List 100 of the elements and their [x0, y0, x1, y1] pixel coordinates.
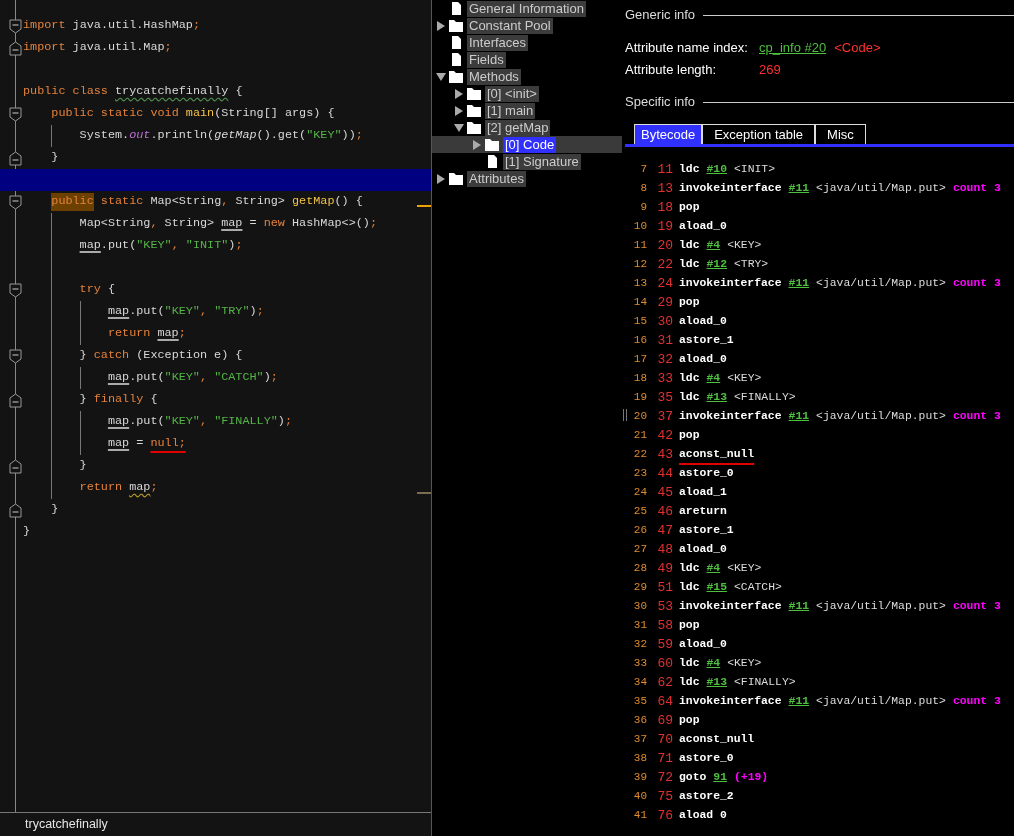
bytecode-offset: 43: [656, 445, 673, 464]
expanded-arrow-icon[interactable]: [452, 122, 466, 133]
splitter-grip-icon[interactable]: [623, 409, 627, 421]
code-line: map.put("KEY", "INIT");: [23, 235, 431, 257]
fold-marker-icon[interactable]: [9, 19, 22, 34]
opcode: invokeinterface: [679, 275, 782, 291]
line-number: 27: [632, 542, 647, 558]
bytecode-offset: 58: [656, 616, 673, 635]
line-number: 10: [632, 219, 647, 235]
opcode: ldc: [679, 560, 700, 576]
constant-ref-link[interactable]: #15: [706, 578, 728, 597]
opcode: ldc: [679, 655, 700, 671]
line-number: 23: [632, 466, 647, 482]
operand-comment: <KEY>: [727, 560, 762, 576]
opcode: invokeinterface: [679, 598, 782, 614]
code-line: map.put("KEY", "TRY");: [23, 301, 431, 323]
line-number: 36: [632, 713, 647, 729]
tab[interactable]: Exception table: [702, 124, 816, 144]
operand-extra: count 3: [952, 408, 1001, 424]
fold-marker-icon[interactable]: [9, 151, 22, 166]
line-number: 26: [632, 523, 647, 539]
constant-ref-link[interactable]: 91: [713, 768, 727, 787]
tree-item[interactable]: [1] Signature: [503, 153, 581, 170]
operand-comment: <KEY>: [727, 370, 762, 386]
constant-ref-link[interactable]: #4: [706, 559, 721, 578]
line-number: 8: [639, 181, 647, 197]
opcode: aconst_null: [679, 446, 755, 462]
bytecode-offset: 37: [656, 407, 673, 426]
opcode: aload_1: [679, 484, 727, 500]
opcode: invokeinterface: [679, 693, 782, 709]
tree-item[interactable]: Fields: [467, 51, 506, 68]
cp-info-link[interactable]: cp_info #20: [759, 38, 827, 58]
opcode: pop: [679, 427, 700, 443]
line-number: 28: [632, 561, 647, 577]
opcode: astore_0: [679, 465, 734, 481]
constant-ref-link[interactable]: #11: [788, 274, 810, 293]
fold-marker-icon[interactable]: [9, 107, 22, 122]
constant-ref-link[interactable]: #12: [706, 255, 728, 274]
constant-ref-link[interactable]: #4: [706, 654, 721, 673]
bytecode-offset: 48: [656, 540, 673, 559]
bytecode-offset: 20: [656, 236, 673, 255]
tab[interactable]: Bytecode: [634, 124, 703, 144]
tab[interactable]: Misc: [815, 124, 866, 144]
opcode: aload_0: [679, 351, 727, 367]
field-label: Attribute name index:: [625, 39, 749, 58]
opcode: ldc: [679, 579, 700, 595]
opcode: ldc: [679, 237, 700, 253]
tree-item[interactable]: [2] getMap: [485, 119, 551, 136]
constant-ref-link[interactable]: #11: [788, 179, 810, 198]
bytecode-offset: 70: [656, 730, 673, 749]
operand-comment: <java/util/Map.put>: [816, 275, 946, 291]
tree-item[interactable]: [1] main: [485, 102, 536, 119]
bytecode-offset: 75: [656, 787, 673, 806]
line-number: 15: [632, 314, 647, 330]
code-line: map.put("KEY", "FINALLY");: [23, 411, 431, 433]
tree-item[interactable]: [0] <init>: [485, 85, 539, 102]
constant-ref-link[interactable]: #13: [706, 673, 728, 692]
line-number: 22: [632, 447, 647, 463]
tree-item[interactable]: Constant Pool: [467, 17, 553, 34]
field-value: 269: [759, 61, 781, 80]
tree-item[interactable]: General Information: [467, 0, 586, 17]
bytecode-offset: 44: [656, 464, 673, 483]
constant-ref-link[interactable]: #4: [706, 236, 721, 255]
fold-marker-icon[interactable]: [9, 459, 22, 474]
tree-item[interactable]: [0] Code: [503, 136, 557, 153]
operand-comment: <CATCH>: [734, 579, 782, 595]
constant-ref-link[interactable]: #11: [788, 692, 810, 711]
opcode: invokeinterface: [679, 180, 782, 196]
constant-ref-link[interactable]: #11: [788, 407, 810, 426]
bytecode-offset: 64: [656, 692, 673, 711]
opcode: ldc: [679, 161, 700, 177]
operand-comment: <FINALLY>: [734, 389, 796, 405]
fold-marker-icon[interactable]: [9, 393, 22, 408]
line-number: 34: [632, 675, 647, 691]
fold-marker-icon[interactable]: [9, 503, 22, 518]
bytecode-offset: 60: [656, 654, 673, 673]
constant-ref-link[interactable]: #13: [706, 388, 728, 407]
constant-ref-link[interactable]: #10: [706, 160, 728, 179]
constant-ref-link[interactable]: #11: [788, 597, 810, 616]
section-heading: Specific info: [625, 93, 696, 112]
bytecode-offset: 59: [656, 635, 673, 654]
code-line: map = null;: [23, 433, 431, 455]
fold-marker-icon[interactable]: [9, 195, 22, 210]
code-line: }: [23, 455, 431, 477]
opcode: aconst_null: [679, 731, 755, 747]
tree-item[interactable]: Attributes: [467, 170, 526, 187]
bytecode-offset: 69: [656, 711, 673, 730]
line-number: 21: [632, 428, 647, 444]
fold-marker-icon[interactable]: [9, 349, 22, 364]
line-number: 9: [639, 200, 647, 216]
tree-item[interactable]: Methods: [467, 68, 521, 85]
tree-item[interactable]: Interfaces: [467, 34, 529, 51]
expanded-arrow-icon[interactable]: [434, 71, 448, 82]
constant-ref-link[interactable]: #4: [706, 369, 721, 388]
code-line: import java.util.HashMap;: [23, 15, 431, 37]
operand-comment: <INIT>: [734, 161, 776, 177]
fold-marker-icon[interactable]: [9, 283, 22, 298]
operand-comment: <KEY>: [727, 237, 762, 253]
fold-marker-icon[interactable]: [9, 41, 22, 56]
opcode: astore_1: [679, 332, 734, 348]
